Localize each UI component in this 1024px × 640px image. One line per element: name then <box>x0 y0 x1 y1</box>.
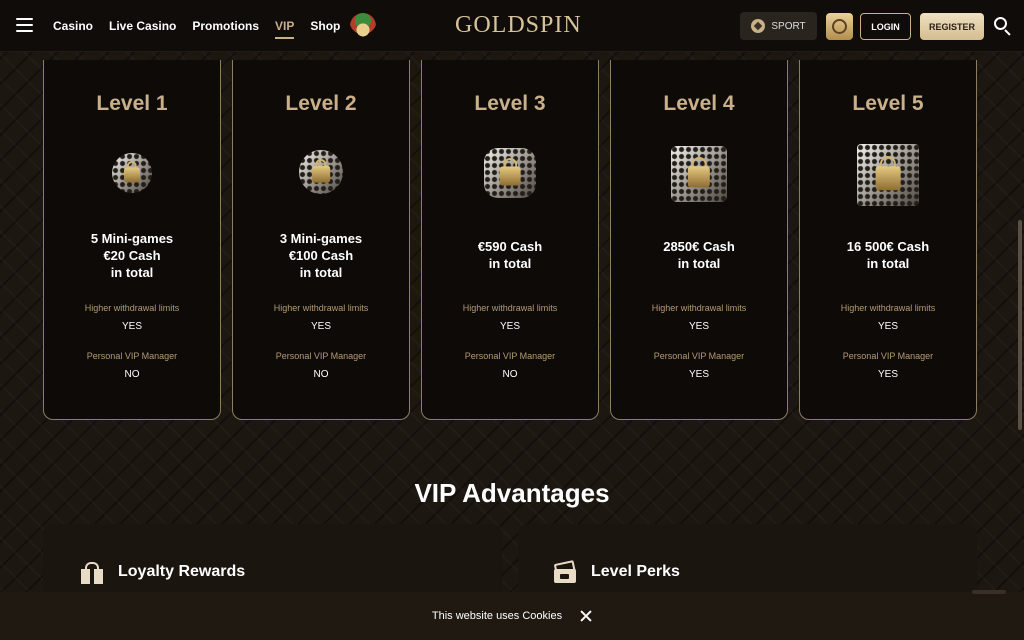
cookie-text: This website uses Cookies <box>431 610 563 622</box>
nav-live-casino[interactable]: Live Casino <box>109 19 176 33</box>
cookie-banner: This website uses Cookies <box>0 592 1024 640</box>
soccer-ball-icon <box>751 19 766 33</box>
manager-label: Personal VIP Manager <box>275 351 367 361</box>
close-icon[interactable] <box>580 610 592 622</box>
promo-avatar-button[interactable] <box>826 13 853 40</box>
withdrawal-value: YES <box>121 321 142 332</box>
level-card: Level 2 3 Mini-games €100 Cash in total … <box>232 60 410 420</box>
withdrawal-value: YES <box>499 321 520 332</box>
lock-cube-icon <box>484 148 536 198</box>
sport-button[interactable]: SPORT <box>740 12 817 40</box>
manager-label: Personal VIP Manager <box>86 351 178 361</box>
level-card: Level 5 16 500€ Cash in total Higher wit… <box>799 60 977 420</box>
manager-value: NO <box>502 369 518 380</box>
manager-label: Personal VIP Manager <box>842 351 934 361</box>
nav-shop[interactable]: Shop <box>310 19 340 33</box>
withdrawal-label: Higher withdrawal limits <box>462 303 558 313</box>
scroll-to-top-button[interactable] <box>972 590 1006 594</box>
sport-label: SPORT <box>771 20 806 32</box>
card-icon <box>553 560 579 584</box>
nav-vip[interactable]: VIP <box>275 19 295 39</box>
withdrawal-value: YES <box>310 321 331 332</box>
level-title: Level 5 <box>852 92 924 115</box>
level-prize: 5 Mini-games €20 Cash in total <box>90 231 174 280</box>
lock-sphere-icon <box>112 153 152 193</box>
withdrawal-label: Higher withdrawal limits <box>273 303 369 313</box>
level-prize: 2850€ Cash in total <box>663 239 735 271</box>
level-title: Level 1 <box>96 92 168 115</box>
manager-label: Personal VIP Manager <box>464 351 556 361</box>
search-icon[interactable] <box>994 17 1012 36</box>
lock-cube-icon <box>671 146 727 202</box>
withdrawal-label: Higher withdrawal limits <box>651 303 747 313</box>
level-card: Level 3 €590 Cash in total Higher withdr… <box>421 60 599 420</box>
level-prize: 3 Mini-games €100 Cash in total <box>279 231 363 280</box>
manager-value: YES <box>877 369 898 380</box>
manager-value: YES <box>688 369 709 380</box>
nav-promotions[interactable]: Promotions <box>192 19 259 33</box>
login-button[interactable]: LOGIN <box>860 13 911 40</box>
level-card: Level 1 5 Mini-games €20 Cash in total H… <box>43 60 221 420</box>
advantage-label: Level Perks <box>591 563 680 580</box>
site-header: Casino Live Casino Promotions VIP Shop G… <box>0 0 1024 52</box>
register-button[interactable]: REGISTER <box>920 13 984 40</box>
withdrawal-label: Higher withdrawal limits <box>84 303 180 313</box>
withdrawal-value: YES <box>877 321 898 332</box>
manager-label: Personal VIP Manager <box>653 351 745 361</box>
advantage-label: Loyalty Rewards <box>118 563 246 580</box>
level-prize: 16 500€ Cash in total <box>846 239 930 271</box>
shop-bells-icon[interactable] <box>350 13 377 39</box>
vip-levels: Level 1 5 Mini-games €20 Cash in total H… <box>43 60 977 420</box>
gift-icon <box>79 562 105 584</box>
lock-sphere-icon <box>299 150 343 194</box>
nav-casino[interactable]: Casino <box>53 19 93 33</box>
withdrawal-label: Higher withdrawal limits <box>840 303 936 313</box>
level-title: Level 3 <box>474 92 546 115</box>
menu-icon[interactable] <box>16 18 33 32</box>
level-prize: €590 Cash in total <box>477 239 543 271</box>
level-title: Level 2 <box>285 92 357 115</box>
advantages-title: VIP Advantages <box>414 478 610 508</box>
emblem-icon <box>832 19 847 34</box>
scrollbar-thumb[interactable] <box>1018 220 1022 430</box>
lock-cube-icon <box>857 144 919 206</box>
manager-value: NO <box>313 369 329 380</box>
main-nav: Casino Live Casino Promotions VIP Shop <box>53 0 377 52</box>
level-card: Level 4 2850€ Cash in total Higher withd… <box>610 60 788 420</box>
logo[interactable]: GOLDSPIN <box>455 12 582 39</box>
manager-value: NO <box>124 369 140 380</box>
withdrawal-value: YES <box>688 321 709 332</box>
level-title: Level 4 <box>663 92 735 115</box>
